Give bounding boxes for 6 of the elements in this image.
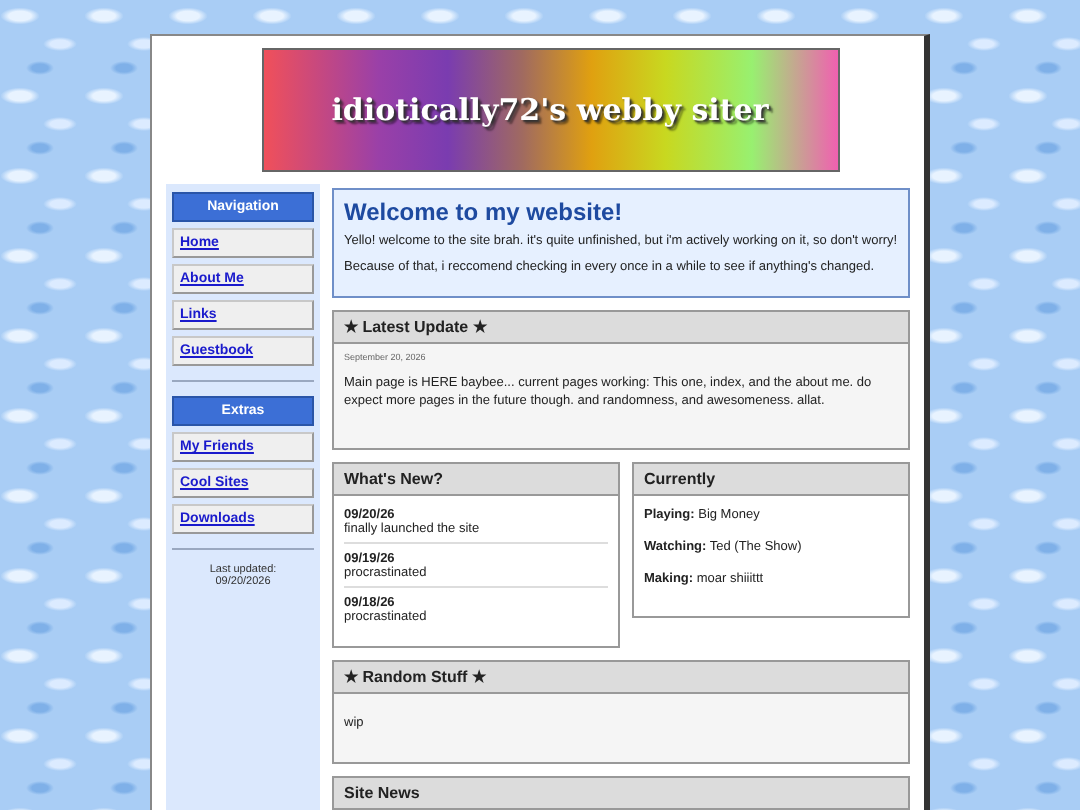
box-heading: Site News xyxy=(334,777,908,809)
box-heading: ★ Latest Update ★ xyxy=(334,311,908,343)
box-heading: Currently xyxy=(634,463,908,495)
welcome-heading: Welcome to my website! xyxy=(344,198,625,226)
box-heading: What's New? xyxy=(334,463,618,495)
box-heading: ★ Random Stuff ★ xyxy=(334,661,908,693)
